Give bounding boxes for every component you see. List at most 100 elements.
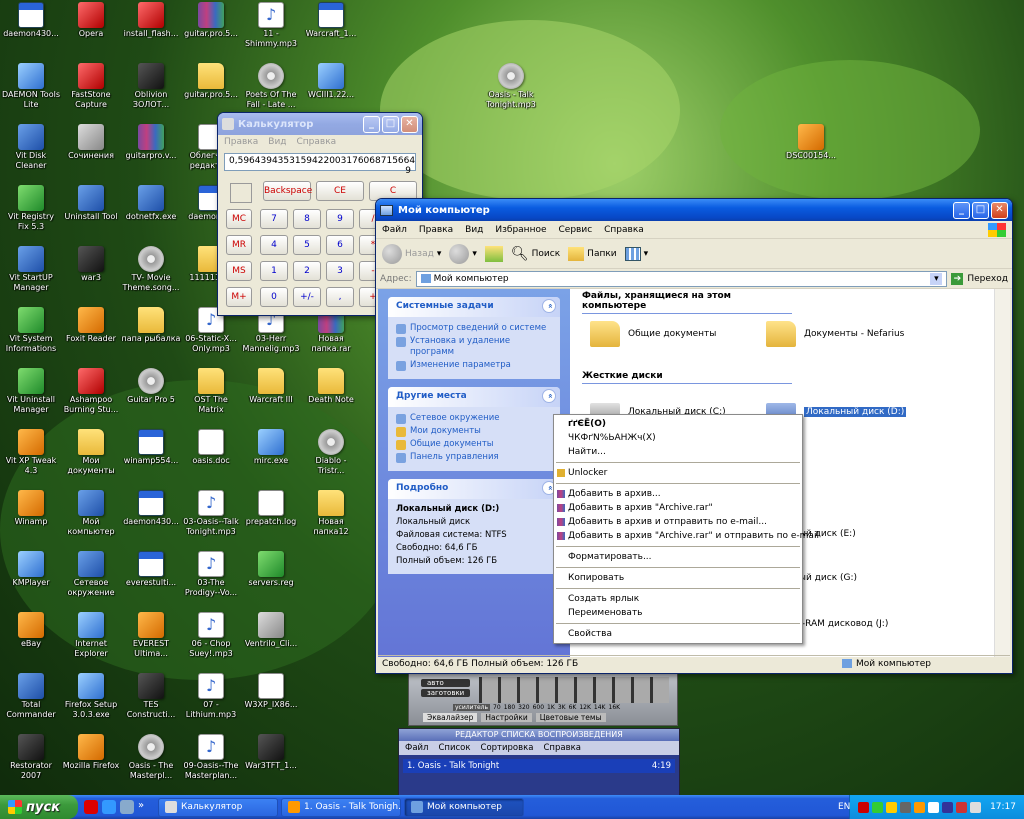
menu-help[interactable]: Справка: [604, 225, 644, 235]
context-menu-item[interactable]: Форматировать...: [554, 550, 802, 564]
digit-2-button[interactable]: 2: [293, 261, 321, 281]
desktop-icon[interactable]: EVEREST Ultima...: [120, 610, 182, 668]
context-menu-item[interactable]: Добавить в архив и отправить по e-mail..…: [554, 515, 802, 529]
desktop-icon[interactable]: Сетевое окружение: [60, 549, 122, 607]
desktop-icon[interactable]: Internet Explorer: [60, 610, 122, 668]
desktop-icon[interactable]: Vit Disk Cleaner: [0, 122, 62, 180]
tray-icon[interactable]: [858, 801, 870, 813]
place-my-documents[interactable]: Мои документы: [396, 426, 552, 437]
folder-nefarius-documents[interactable]: Документы - Nefarius: [766, 321, 904, 347]
desktop-icon[interactable]: 09-Oasis--The Masterplan...: [180, 732, 242, 790]
context-menu-item[interactable]: ЧКФґN%ЬАНЖч(X): [554, 431, 802, 445]
desktop-icon[interactable]: Diablo - Tristr...: [300, 427, 362, 485]
menu-edit[interactable]: Правка: [419, 225, 453, 235]
desktop-icon[interactable]: 11 - Shimmy.mp3: [240, 0, 302, 58]
desktop-icon[interactable]: WCIII1.22...: [300, 61, 362, 119]
desktop-icon[interactable]: Foxit Reader: [60, 305, 122, 363]
tray-icon[interactable]: [942, 801, 954, 813]
desktop-icon[interactable]: Mozilla Firefox: [60, 732, 122, 790]
pl-menu-file[interactable]: Файл: [405, 741, 428, 755]
desktop-icon[interactable]: KMPlayer: [0, 549, 62, 607]
context-menu-item[interactable]: Добавить в архив "Archive.rar": [554, 501, 802, 515]
context-menu-item[interactable]: Переименовать: [554, 606, 802, 620]
desktop-icon[interactable]: Сочинения: [60, 122, 122, 180]
opera-icon[interactable]: [84, 800, 98, 814]
pl-menu-help[interactable]: Справка: [543, 741, 580, 755]
digit-6-button[interactable]: 6: [326, 235, 354, 255]
ms-button[interactable]: MS: [226, 261, 252, 281]
pl-menu-sort[interactable]: Сортировка: [481, 741, 534, 755]
desktop-icon[interactable]: guitar.pro.5...: [180, 61, 242, 119]
desktop-icon[interactable]: DAEMON Tools Lite: [0, 61, 62, 119]
digit-3-button[interactable]: 3: [326, 261, 354, 281]
start-button[interactable]: пуск: [0, 795, 78, 819]
task-change-setting[interactable]: Изменение параметра: [396, 360, 552, 371]
eq-auto-button[interactable]: авто: [421, 679, 471, 687]
go-arrow-icon[interactable]: ➔: [951, 272, 964, 285]
calculator-titlebar[interactable]: Калькулятор _ □ ✕: [218, 113, 422, 135]
place-control-panel[interactable]: Панель управления: [396, 452, 552, 463]
system-tasks-header[interactable]: Системные задачи: [388, 297, 560, 317]
menu-tools[interactable]: Сервис: [559, 225, 593, 235]
tray-icon[interactable]: [886, 801, 898, 813]
forward-button[interactable]: ▾: [449, 243, 477, 264]
sign-button[interactable]: +/-: [293, 287, 321, 307]
menu-view[interactable]: Вид: [465, 225, 483, 235]
desktop-icon[interactable]: Vit StartUP Manager: [0, 244, 62, 302]
minimize-button[interactable]: _: [363, 115, 380, 133]
winamp-playlist[interactable]: РЕДАКТОР СПИСКА ВОСПРОИЗВЕДЕНИЯ Файл Спи…: [398, 728, 680, 798]
desktop-icon[interactable]: Winamp: [0, 488, 62, 546]
digit-4-button[interactable]: 4: [260, 235, 288, 255]
explorer-titlebar[interactable]: Мой компьютер _ □ ✕: [376, 199, 1012, 221]
place-shared-documents[interactable]: Общие документы: [396, 439, 552, 450]
views-button[interactable]: ▾: [624, 246, 648, 261]
desktop-icon[interactable]: mirc.exe: [240, 427, 302, 485]
mplus-button[interactable]: M+: [226, 287, 252, 307]
task-add-remove-programs[interactable]: Установка и удаление программ: [396, 336, 552, 358]
desktop-icon[interactable]: Новая папка12: [300, 488, 362, 546]
digit-9-button[interactable]: 9: [326, 209, 354, 229]
desktop-icon[interactable]: guitarpro.v...: [120, 122, 182, 180]
show-desktop-icon[interactable]: [120, 800, 134, 814]
digit-7-button[interactable]: 7: [260, 209, 288, 229]
context-menu-item[interactable]: Добавить в архив "Archive.rar" и отправи…: [554, 529, 819, 543]
desktop-icon[interactable]: daemon430...: [120, 488, 182, 546]
tray-icon[interactable]: [914, 801, 926, 813]
taskbar-task[interactable]: 1. Oasis - Talk Tonigh...: [281, 797, 401, 817]
digit-0-button[interactable]: 0: [260, 287, 288, 307]
desktop-icon[interactable]: FastStone Capture: [60, 61, 122, 119]
context-menu-item[interactable]: Копировать: [554, 571, 802, 585]
desktop-icon[interactable]: Мои документы: [60, 427, 122, 485]
digit-8-button[interactable]: 8: [293, 209, 321, 229]
desktop-icon[interactable]: Firefox Setup 3.0.3.exe: [60, 671, 122, 729]
tab-color-themes[interactable]: Цветовые темы: [535, 713, 606, 722]
desktop-icon[interactable]: OST The Matrix: [180, 366, 242, 424]
context-menu-item[interactable]: ґґЄЁ(O): [554, 417, 802, 431]
desktop-icon[interactable]: папа рыбалка: [120, 305, 182, 363]
menu-edit[interactable]: Правка: [224, 137, 258, 147]
desktop-icon[interactable]: Ventrilo_Cli...: [240, 610, 302, 668]
address-input[interactable]: Мой компьютер ▾: [415, 270, 948, 287]
desktop-icon[interactable]: TES Constructi...: [120, 671, 182, 729]
taskbar-task[interactable]: Калькулятор: [158, 797, 278, 817]
desktop-icon[interactable]: Vit Uninstall Manager: [0, 366, 62, 424]
desktop-icon[interactable]: Oasis - Talk Tonight.mp3: [480, 61, 542, 119]
decimal-button[interactable]: ,: [326, 287, 354, 307]
clock[interactable]: 17:17: [990, 802, 1016, 812]
search-button[interactable]: 🔍︎ Поиск: [511, 246, 560, 262]
ie-icon[interactable]: [102, 800, 116, 814]
ce-button[interactable]: CE: [316, 181, 364, 201]
desktop-icon[interactable]: War3TFT_1...: [240, 732, 302, 790]
task-view-system-info[interactable]: Просмотр сведений о системе: [396, 323, 552, 334]
desktop-icon[interactable]: dotnetfx.exe: [120, 183, 182, 241]
digit-1-button[interactable]: 1: [260, 261, 288, 281]
context-menu-item[interactable]: Добавить в архив...: [554, 487, 802, 501]
folders-button[interactable]: Папки: [568, 246, 617, 261]
taskbar-task[interactable]: Мой компьютер: [404, 797, 524, 817]
go-button[interactable]: Переход: [967, 274, 1008, 284]
menu-help[interactable]: Справка: [297, 137, 337, 147]
desktop-icon[interactable]: Guitar Pro 5: [120, 366, 182, 424]
desktop-icon[interactable]: prepatch.log: [240, 488, 302, 546]
desktop-icon[interactable]: DSC00154...: [780, 122, 842, 180]
vertical-scrollbar[interactable]: [994, 289, 1010, 657]
